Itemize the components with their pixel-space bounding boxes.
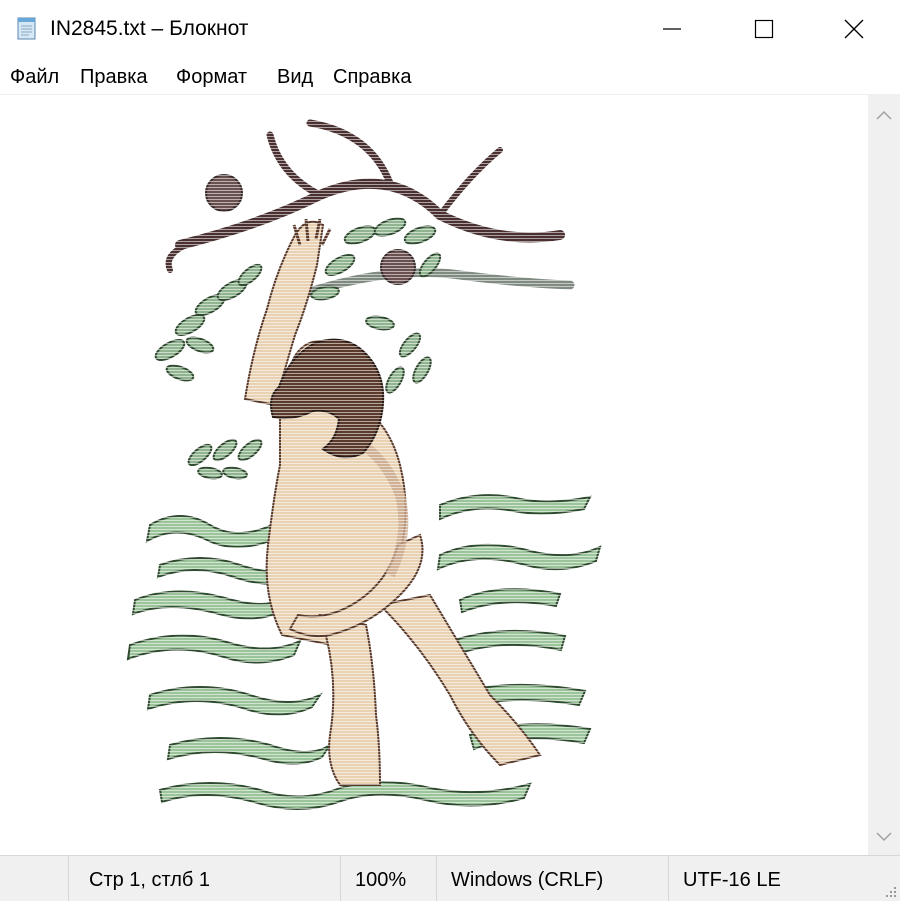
ascii-art-image (126, 115, 610, 815)
chevron-down-icon (876, 832, 892, 842)
window-title: IN2845.txt – Блокнот (50, 17, 249, 40)
notepad-icon (14, 15, 40, 41)
minimize-button[interactable] (626, 0, 718, 58)
menu-format[interactable]: Формат (176, 65, 247, 89)
resize-grip-icon[interactable] (883, 884, 897, 898)
status-cell-line-ending: Windows (CRLF) (436, 856, 668, 901)
vertical-scrollbar[interactable] (868, 95, 900, 855)
status-bar: Стр 1, стлб 1 100% Windows (CRLF) UTF-16… (0, 855, 900, 901)
minimize-icon (663, 28, 681, 30)
scroll-down-button[interactable] (868, 821, 900, 853)
chevron-up-icon (876, 110, 892, 120)
cursor-position: Стр 1, стлб 1 (89, 869, 211, 891)
menu-help[interactable]: Справка (333, 65, 411, 89)
figure (130, 115, 610, 815)
status-cell-encoding: UTF-16 LE (668, 856, 900, 901)
zoom-level: 100% (355, 869, 407, 891)
encoding: UTF-16 LE (683, 869, 781, 891)
menu-bar: Файл Правка Формат Вид Справка (0, 58, 900, 95)
maximize-icon (754, 19, 774, 39)
text-editor[interactable] (0, 95, 868, 855)
menu-view[interactable]: Вид (277, 65, 313, 89)
status-cell-zoom: 100% (340, 856, 436, 901)
line-ending: Windows (CRLF) (451, 869, 604, 891)
scroll-up-button[interactable] (868, 99, 900, 131)
close-button[interactable] (808, 0, 900, 58)
close-icon (844, 19, 864, 39)
menu-file[interactable]: Файл (10, 65, 59, 89)
menu-edit[interactable]: Правка (80, 65, 148, 89)
title-bar: IN2845.txt – Блокнот (0, 0, 900, 58)
maximize-button[interactable] (718, 0, 810, 58)
status-cell-position: Стр 1, стлб 1 (68, 856, 340, 901)
